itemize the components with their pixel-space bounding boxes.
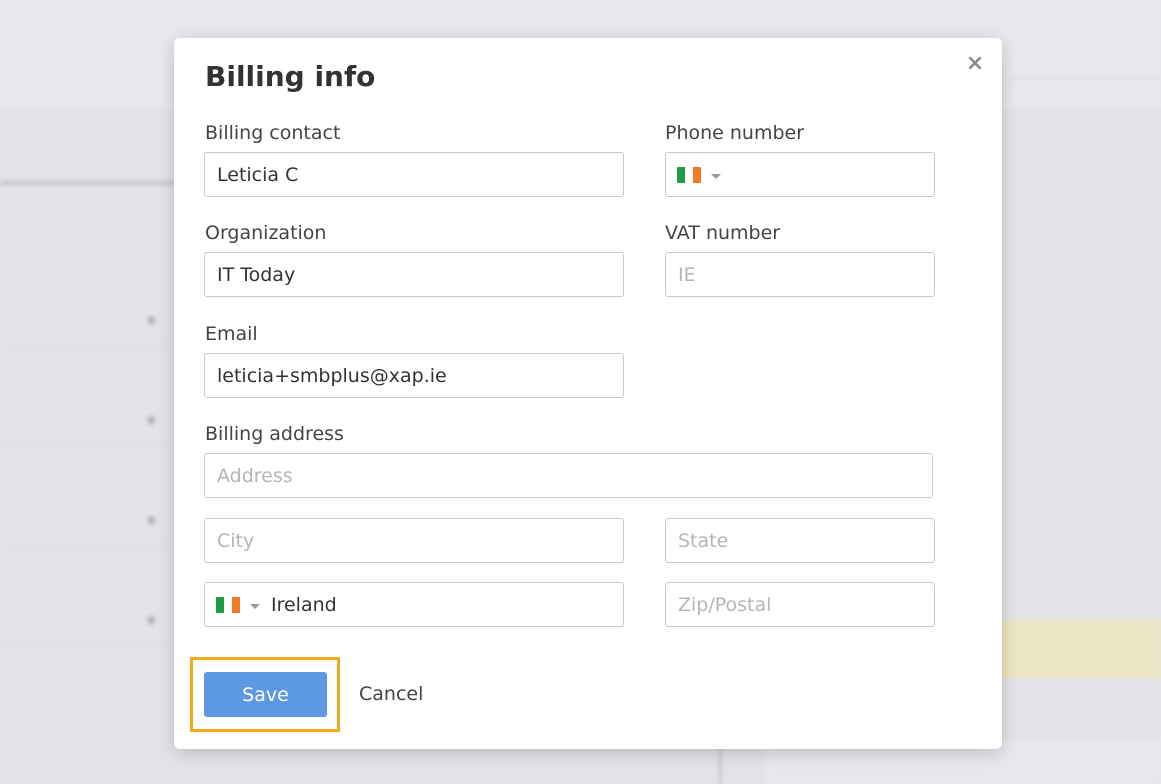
- chevron-down-icon: ▼: [146, 414, 156, 428]
- chevron-down-icon: ▼: [146, 514, 156, 528]
- billing-contact-label: Billing contact: [205, 122, 341, 144]
- billing-contact-input[interactable]: [204, 152, 624, 197]
- background-right-panel: [1000, 78, 1161, 784]
- chevron-down-icon: [250, 603, 260, 609]
- chevron-down-icon: ▼: [146, 314, 156, 328]
- background-row: ▼: [0, 298, 170, 346]
- background-row: ▼: [0, 598, 170, 646]
- background-row: ▼: [0, 498, 170, 546]
- organization-input[interactable]: [204, 252, 624, 297]
- address-input[interactable]: [204, 453, 933, 498]
- country-select[interactable]: Ireland: [204, 582, 624, 627]
- background-notice: [998, 620, 1161, 678]
- background-left-panel: [0, 182, 176, 782]
- vat-number-label: VAT number: [665, 222, 781, 244]
- cancel-button[interactable]: Cancel: [359, 683, 423, 705]
- vat-number-input[interactable]: [665, 252, 935, 297]
- email-label: Email: [205, 323, 258, 345]
- organization-label: Organization: [205, 222, 327, 244]
- modal-title: Billing info: [205, 60, 376, 93]
- close-icon[interactable]: ×: [963, 52, 987, 76]
- city-input[interactable]: [204, 518, 624, 563]
- chevron-down-icon[interactable]: [711, 173, 721, 179]
- phone-number-label: Phone number: [665, 122, 805, 144]
- background-row: ▼: [0, 398, 170, 446]
- flag-ireland-icon: [216, 596, 240, 613]
- chevron-down-icon: ▼: [146, 614, 156, 628]
- email-input[interactable]: [204, 353, 624, 398]
- state-input[interactable]: [665, 518, 935, 563]
- flag-ireland-icon[interactable]: [677, 166, 701, 183]
- zip-input[interactable]: [665, 582, 935, 627]
- billing-address-label: Billing address: [205, 423, 344, 445]
- save-button[interactable]: Save: [204, 672, 327, 717]
- country-value: Ireland: [271, 593, 337, 616]
- phone-number-input[interactable]: [665, 152, 935, 197]
- billing-info-modal: Billing info × Billing contact Phone num…: [174, 38, 1002, 749]
